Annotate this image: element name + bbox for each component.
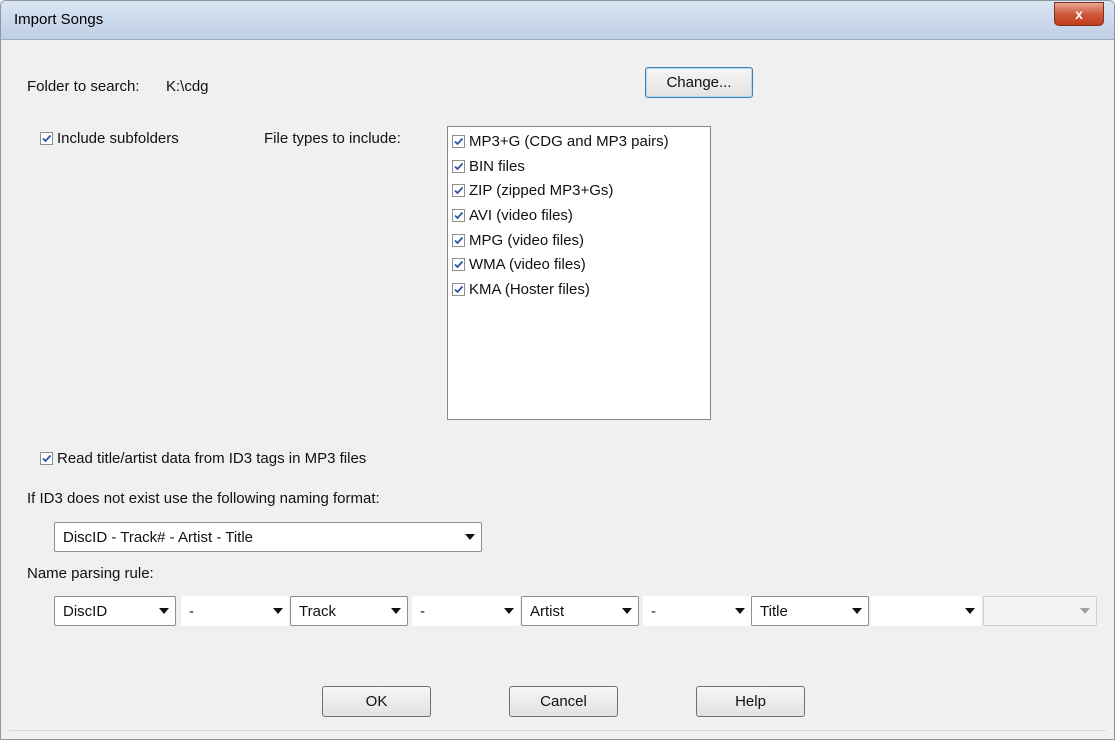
parse-field-4-dropdown[interactable]: Title [751, 596, 869, 626]
parse-separator-4-dropdown[interactable] [871, 596, 981, 626]
dropdown-arrow-icon [385, 608, 407, 614]
file-type-label: ZIP (zipped MP3+Gs) [469, 182, 614, 199]
naming-format-label: If ID3 does not exist use the following … [27, 490, 380, 507]
change-folder-button[interactable]: Change... [645, 67, 753, 98]
dropdown-arrow-icon [1074, 608, 1096, 614]
read-id3-checkbox[interactable]: Read title/artist data from ID3 tags in … [40, 450, 366, 467]
checkmark-icon [454, 186, 464, 195]
checkmark-icon [454, 236, 464, 245]
file-type-label: WMA (video files) [469, 256, 586, 273]
close-icon: x [1075, 6, 1083, 22]
help-button[interactable]: Help [696, 686, 805, 717]
checkbox-box [452, 160, 465, 173]
file-types-list[interactable]: MP3+G (CDG and MP3 pairs) BIN files ZIP … [447, 126, 711, 420]
title-bar: Import Songs x [1, 1, 1114, 40]
checkbox-box [452, 184, 465, 197]
parse-separator-3-dropdown[interactable]: - [643, 596, 751, 626]
file-type-kma[interactable]: KMA (Hoster files) [452, 281, 590, 298]
dialog-body: Folder to search: K:\cdg Change... Inclu… [9, 40, 1106, 731]
include-subfolders-label: Include subfolders [57, 130, 179, 147]
dropdown-arrow-icon [153, 608, 175, 614]
file-types-label: File types to include: [264, 130, 401, 147]
checkmark-icon [454, 211, 464, 220]
dropdown-arrow-icon [729, 608, 751, 614]
parsing-rule-label: Name parsing rule: [27, 565, 154, 582]
file-type-mp3g[interactable]: MP3+G (CDG and MP3 pairs) [452, 133, 669, 150]
cancel-button[interactable]: Cancel [509, 686, 618, 717]
parse-separator-2-dropdown[interactable]: - [412, 596, 520, 626]
checkbox-box [40, 132, 53, 145]
parse-field-3-dropdown[interactable]: Artist [521, 596, 639, 626]
ok-button[interactable]: OK [322, 686, 431, 717]
parse-field-2-dropdown[interactable]: Track [290, 596, 408, 626]
checkmark-icon [42, 134, 52, 143]
folder-label: Folder to search: [27, 78, 140, 95]
checkmark-icon [42, 454, 52, 463]
checkbox-box [452, 135, 465, 148]
dropdown-arrow-icon [846, 608, 868, 614]
parse-field-5-dropdown [983, 596, 1097, 626]
include-subfolders-checkbox[interactable]: Include subfolders [40, 130, 179, 147]
dropdown-arrow-icon [498, 608, 520, 614]
checkmark-icon [454, 137, 464, 146]
file-type-avi[interactable]: AVI (video files) [452, 207, 573, 224]
import-songs-dialog: Import Songs x Folder to search: K:\cdg … [0, 0, 1115, 740]
checkmark-icon [454, 285, 464, 294]
checkbox-box [452, 234, 465, 247]
checkbox-box [452, 283, 465, 296]
checkmark-icon [454, 162, 464, 171]
close-button[interactable]: x [1054, 2, 1104, 26]
file-type-label: MP3+G (CDG and MP3 pairs) [469, 133, 669, 150]
dropdown-arrow-icon [267, 608, 289, 614]
checkbox-box [452, 258, 465, 271]
naming-format-dropdown[interactable]: DiscID - Track# - Artist - Title [54, 522, 482, 552]
bottom-border [9, 730, 1106, 731]
file-type-label: AVI (video files) [469, 207, 573, 224]
file-type-mpg[interactable]: MPG (video files) [452, 232, 584, 249]
read-id3-label: Read title/artist data from ID3 tags in … [57, 450, 367, 467]
file-type-bin[interactable]: BIN files [452, 158, 525, 175]
parse-field-1-dropdown[interactable]: DiscID [54, 596, 176, 626]
dropdown-arrow-icon [459, 534, 481, 540]
file-type-zip[interactable]: ZIP (zipped MP3+Gs) [452, 182, 613, 199]
file-type-label: MPG (video files) [469, 232, 585, 249]
file-type-label: BIN files [469, 158, 525, 175]
folder-value: K:\cdg [166, 78, 209, 95]
naming-format-value: DiscID - Track# - Artist - Title [63, 528, 254, 546]
checkmark-icon [454, 260, 464, 269]
file-type-label: KMA (Hoster files) [469, 281, 590, 298]
window-title: Import Songs [14, 11, 104, 28]
parse-separator-1-dropdown[interactable]: - [181, 596, 289, 626]
file-type-wma[interactable]: WMA (video files) [452, 256, 586, 273]
dropdown-arrow-icon [616, 608, 638, 614]
dropdown-arrow-icon [959, 608, 981, 614]
checkbox-box [40, 452, 53, 465]
checkbox-box [452, 209, 465, 222]
